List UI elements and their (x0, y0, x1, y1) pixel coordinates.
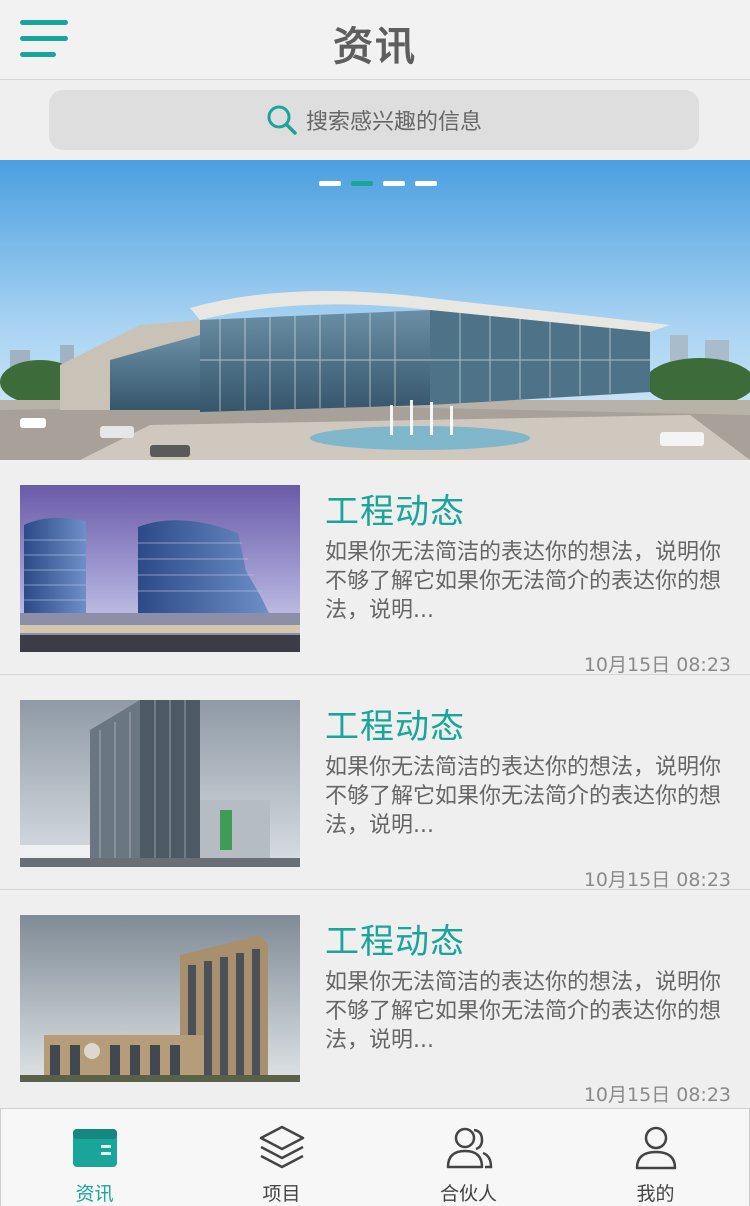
page-title: 资讯 (333, 24, 417, 70)
news-thumbnail (20, 700, 300, 867)
banner-image (0, 160, 750, 460)
search-placeholder: 搜索感兴趣的信息 (305, 110, 482, 135)
carousel-indicators (319, 181, 437, 186)
news-item[interactable]: 工程动态 如果你无法简洁的表达你的想法，说明你不够了解它如果你无法简介的表达你的… (0, 890, 750, 1106)
news-title: 工程动态 (325, 922, 465, 962)
news-title: 工程动态 (325, 492, 465, 532)
search-icon (267, 105, 297, 135)
tab-projects[interactable]: 项目 (188, 1109, 375, 1206)
tab-label: 项目 (262, 1183, 301, 1205)
banner-carousel[interactable] (0, 160, 750, 460)
news-summary: 如果你无法简洁的表达你的想法，说明你不够了解它如果你无法简介的表达你的想法，说明… (325, 755, 722, 838)
news-timestamp: 10月15日 08:23 (583, 654, 731, 676)
tab-label: 我的 (636, 1183, 675, 1205)
user-icon (635, 1126, 676, 1170)
news-thumbnail (20, 915, 300, 1082)
news-list: 工程动态 如果你无法简洁的表达你的想法，说明你不够了解它如果你无法简介的表达你的… (0, 460, 750, 1106)
news-summary: 如果你无法简洁的表达你的想法，说明你不够了解它如果你无法简介的表达你的想法，说明… (325, 970, 722, 1053)
carousel-dot-active[interactable] (351, 181, 373, 186)
carousel-dot[interactable] (415, 181, 437, 186)
search-input[interactable]: 搜索感兴趣的信息 (49, 90, 699, 150)
tab-mine[interactable]: 我的 (562, 1109, 749, 1206)
news-icon (72, 1129, 117, 1167)
news-timestamp: 10月15日 08:23 (583, 869, 731, 891)
layers-icon (259, 1125, 304, 1169)
news-summary: 如果你无法简洁的表达你的想法，说明你不够了解它如果你无法简介的表达你的想法，说明… (325, 540, 722, 623)
carousel-dot[interactable] (383, 181, 405, 186)
tab-label: 合伙人 (439, 1183, 497, 1205)
news-item[interactable]: 工程动态 如果你无法简洁的表达你的想法，说明你不够了解它如果你无法简介的表达你的… (0, 460, 750, 676)
tab-label: 资讯 (75, 1183, 114, 1205)
news-item[interactable]: 工程动态 如果你无法简洁的表达你的想法，说明你不够了解它如果你无法简介的表达你的… (0, 675, 750, 891)
bottom-tab-bar: 资讯 项目 合伙人 我的 (0, 1108, 750, 1206)
partners-icon (446, 1127, 492, 1169)
tab-partners[interactable]: 合伙人 (375, 1109, 562, 1206)
top-bar: 资讯 (0, 0, 750, 80)
tab-news[interactable]: 资讯 (1, 1109, 188, 1206)
news-thumbnail (20, 485, 300, 652)
carousel-dot[interactable] (319, 181, 341, 186)
news-timestamp: 10月15日 08:23 (583, 1084, 731, 1106)
news-title: 工程动态 (325, 707, 465, 747)
